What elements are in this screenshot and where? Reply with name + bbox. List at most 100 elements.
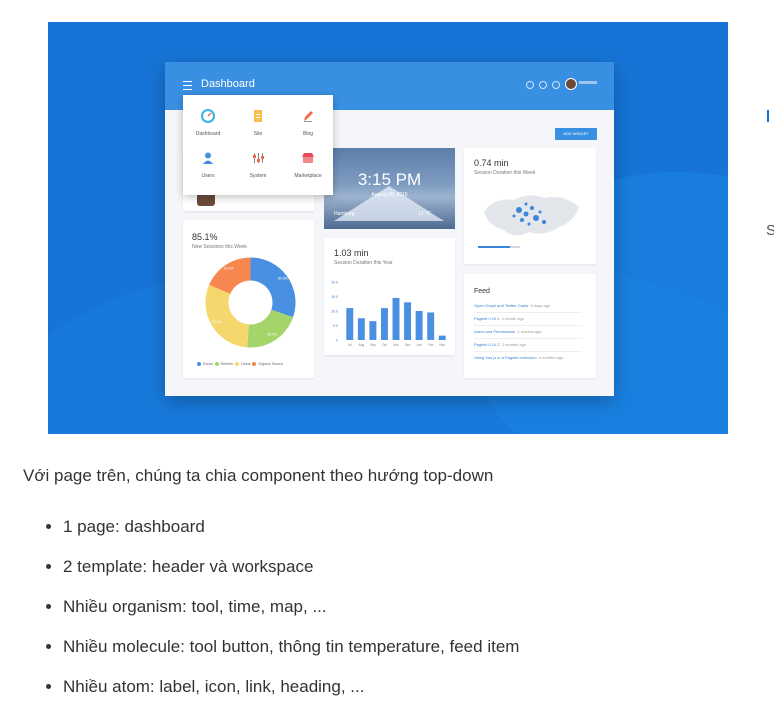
world-map (478, 195, 579, 248)
dashboard-illustration: Dashboard ADD WIDGET Dashboard Site Blog (48, 22, 728, 434)
logout-icon[interactable] (552, 81, 560, 89)
tool-dashboard[interactable]: Dashboard (183, 109, 233, 137)
feed-link[interactable]: Using Vue.js in a Pagekit extension (474, 355, 537, 360)
username-placeholder (579, 81, 597, 84)
document-icon (254, 110, 262, 122)
bar (380, 308, 388, 340)
feed-time: 2 months ago (517, 329, 542, 334)
list-item: 2 template: header và workspace (63, 547, 519, 587)
feed-time: 1 month ago (501, 316, 525, 321)
feed-item[interactable]: Pagekit 0.10.2 2 months ago (474, 342, 526, 347)
dashboard-window: Dashboard ADD WIDGET Dashboard Site Blog (165, 62, 614, 396)
sessions-label: New Sessions this Week (192, 244, 247, 250)
time-card: 3:15 PM August 20, 2015 Hamburg 13 °C (324, 148, 455, 229)
bar (357, 318, 365, 340)
x-tick-label: Nov (393, 343, 399, 347)
y-tick-label: 20.0 (331, 281, 338, 285)
bar (404, 302, 412, 340)
duration-year-card: 1.03 min Session Duration this Year 20.0… (324, 238, 455, 355)
tool-blog[interactable]: Blog (283, 109, 333, 137)
feed-time: 6 days ago (530, 303, 551, 308)
tool-label: Marketplace (294, 173, 322, 179)
tool-label: System (249, 173, 267, 179)
bar (369, 321, 377, 340)
x-tick-label: Oct (382, 343, 387, 347)
clock-time: 3:15 PM (357, 170, 422, 189)
sessions-value: 85.1% (192, 232, 218, 242)
feed-card: Feed Open Graph and Twitter Cards 6 days… (464, 274, 596, 378)
donut-slice (250, 257, 296, 318)
divider (474, 312, 582, 313)
side-accent (767, 110, 769, 122)
legend-label: Organic Search (258, 362, 283, 366)
legend-label: Direct (241, 362, 251, 366)
x-tick-label: Aug (358, 343, 364, 347)
tool-label: Blog (302, 131, 313, 137)
x-tick-label: Jan (417, 343, 422, 347)
sessions-donut-chart: 30.3% 20.9% 30.2% 18.6% (205, 257, 296, 348)
x-tick-label: Jul (348, 343, 352, 347)
article-intro: Với page trên, chúng ta chia component t… (23, 466, 494, 485)
store-icon (302, 153, 314, 163)
feed-link[interactable]: Pagekit 0.10.4 (474, 316, 500, 321)
list-item: 1 page: dashboard (63, 507, 519, 547)
tool-label: Dashboard (195, 131, 221, 137)
tool-label: Site (253, 131, 263, 137)
feed-item[interactable]: Open Graph and Twitter Cards 6 days ago (474, 303, 550, 308)
slice-label: 30.3% (278, 277, 288, 281)
bar (392, 297, 400, 340)
tool-label: Users (201, 173, 215, 179)
tool-menu: Dashboard Site Blog Users System Marketp… (183, 95, 333, 195)
y-tick-label: 0 (336, 339, 338, 343)
add-widget-button[interactable]: ADD WIDGET (555, 128, 597, 140)
donut-slice (247, 309, 294, 348)
divider (474, 338, 582, 339)
feed-time: 4 months ago (538, 355, 564, 360)
duration-year-value: 1.03 min (334, 248, 369, 258)
page-title: Dashboard (201, 78, 255, 90)
x-tick-label: Sep (370, 343, 376, 347)
tool-users[interactable]: Users (183, 151, 233, 179)
x-tick-label: Feb (428, 343, 434, 347)
slice-label: 20.9% (267, 333, 277, 337)
feed-item[interactable]: Pagekit 0.10.4 1 month ago (474, 316, 524, 321)
duration-year-label: Session Duration this Year (334, 260, 393, 266)
sessions-card: 85.1% New Sessions this Week 30.3% 20.9% 3… (183, 220, 314, 378)
hamburger-menu-icon[interactable] (183, 81, 192, 90)
list-item: Nhiều organism: tool, time, map, ... (63, 587, 519, 627)
tool-site[interactable]: Site (233, 109, 283, 137)
legend-item: Direct (235, 362, 251, 367)
legend-label: Referrer (220, 362, 234, 366)
bar (415, 311, 423, 340)
duration-week-label: Session Duration this Week (474, 170, 536, 176)
feed-item[interactable]: Using Vue.js in a Pagekit extension 4 mo… (474, 355, 563, 360)
clock-date: August 20, 2015 (371, 192, 408, 198)
divider (474, 325, 582, 326)
feed-link[interactable]: Users and Permissions (474, 329, 515, 334)
feed-link[interactable]: Pagekit 0.10.2 (474, 342, 500, 347)
y-tick-label: 15.0 (331, 295, 338, 299)
article-list: 1 page: dashboard 2 template: header và … (23, 507, 519, 707)
tool-system[interactable]: System (233, 151, 283, 179)
user-icon (203, 152, 213, 164)
slice-label: 18.6% (224, 267, 234, 271)
feed-item[interactable]: Users and Permissions 2 months ago (474, 329, 542, 334)
legend-item: Social (197, 362, 213, 367)
legend-label: Social (203, 362, 213, 366)
feed-title: Feed (474, 288, 490, 295)
help-icon[interactable] (526, 81, 534, 89)
gauge-icon (201, 109, 215, 123)
y-tick-label: 5.0 (333, 324, 338, 328)
list-item: Nhiều atom: label, icon, link, heading, … (63, 667, 519, 707)
pencil-icon (304, 111, 313, 122)
home-icon[interactable] (539, 81, 547, 89)
x-tick-label: Dec (405, 343, 411, 347)
tool-marketplace[interactable]: Marketplace (283, 151, 333, 179)
feed-link[interactable]: Open Graph and Twitter Cards (474, 303, 528, 308)
legend-item: Referrer (214, 362, 234, 367)
avatar[interactable] (565, 78, 577, 90)
legend-item: Organic Search (252, 362, 283, 367)
list-item: Nhiều molecule: tool button, thông tin t… (63, 627, 519, 667)
bar (346, 308, 354, 340)
sliders-icon (253, 153, 264, 163)
